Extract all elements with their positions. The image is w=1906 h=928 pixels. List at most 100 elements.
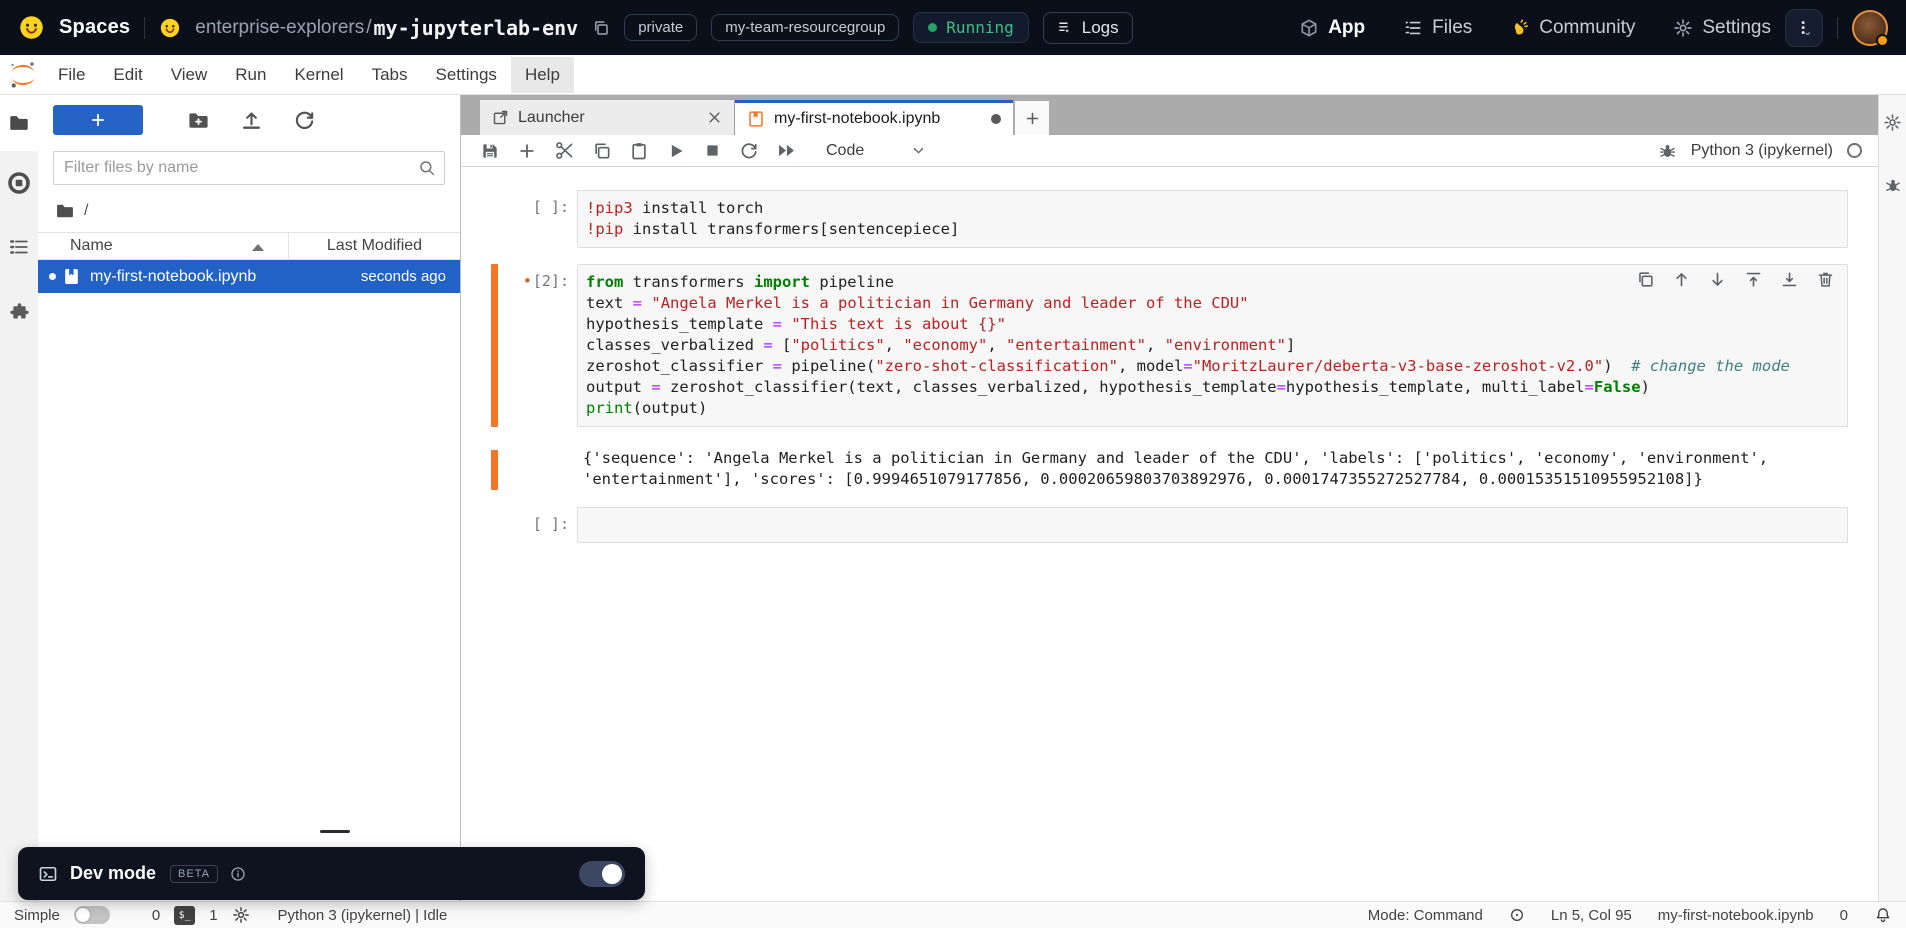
kernel-status-text[interactable]: Python 3 (ipykernel) | Idle [278, 907, 448, 924]
file-list-header: Name Last Modified [38, 232, 460, 260]
chevron-down-icon[interactable] [911, 143, 926, 158]
user-avatar[interactable] [1852, 10, 1888, 46]
sidebar-tab-extensions[interactable] [0, 279, 38, 343]
insert-cell-icon[interactable] [517, 141, 537, 161]
menu-file[interactable]: File [44, 57, 99, 93]
toggle-knob [76, 908, 90, 922]
logs-label: Logs [1082, 18, 1119, 38]
tab-notebook-label: my-first-notebook.ipynb [774, 110, 940, 128]
cut-icon[interactable] [554, 140, 575, 161]
spaces-brand[interactable]: Spaces [59, 16, 130, 39]
menu-kernel[interactable]: Kernel [280, 57, 357, 93]
unsaved-changes-dot[interactable] [991, 114, 1001, 124]
cell-prompt: [ ]: [483, 198, 569, 216]
file-row-selected[interactable]: my-first-notebook.ipynb seconds ago [38, 260, 460, 293]
avatar-badge [1876, 34, 1889, 47]
panel-resize-handle[interactable] [320, 830, 350, 833]
code-editor[interactable]: from transformers import pipelinetext = … [577, 264, 1848, 427]
kernel-sessions-icon[interactable] [232, 906, 250, 924]
column-header-name[interactable]: Name [38, 237, 288, 255]
command-mode-icon[interactable] [1509, 907, 1525, 923]
new-folder-icon[interactable] [187, 109, 210, 132]
breadcrumb: / [55, 199, 445, 223]
org-avatar[interactable] [159, 17, 181, 39]
run-icon[interactable] [666, 141, 686, 161]
debugger-sidebar-bug-icon[interactable] [1884, 176, 1902, 194]
move-cell-up-icon[interactable] [1672, 270, 1691, 289]
paste-icon[interactable] [629, 141, 649, 161]
bell-icon[interactable] [1874, 906, 1892, 924]
nav-app[interactable]: App [1299, 17, 1365, 39]
insert-cell-below-icon[interactable] [1780, 270, 1799, 289]
new-launcher-button[interactable] [53, 105, 143, 135]
topbar-nav: App Files Community Settings [1299, 17, 1771, 39]
sidebar-tab-toc[interactable] [0, 215, 38, 279]
simple-mode-toggle[interactable] [74, 906, 110, 924]
sidebar-tab-files[interactable] [0, 95, 38, 151]
debugger-bug-icon[interactable] [1658, 141, 1677, 160]
cursor-position[interactable]: Ln 5, Col 95 [1551, 907, 1632, 924]
kernel-idle-indicator[interactable] [1847, 143, 1862, 158]
property-inspector-gear-icon[interactable] [1883, 113, 1902, 132]
running-status-pill[interactable]: Running [913, 12, 1028, 43]
unsaved-dot-icon [49, 273, 56, 280]
copy-icon[interactable] [592, 141, 612, 161]
gear-icon [1673, 18, 1693, 38]
home-folder-icon[interactable] [55, 201, 75, 221]
files-tree-icon [1403, 18, 1423, 38]
code-editor[interactable]: !pip3 install torch!pip install transfor… [577, 190, 1848, 248]
huggingface-logo-icon[interactable] [18, 14, 45, 41]
duplicate-cell-icon[interactable] [1636, 270, 1655, 289]
cell-type-select[interactable]: Code [826, 142, 864, 160]
clap-icon [1510, 18, 1530, 38]
space-name-link[interactable]: my-jupyterlab-env [374, 16, 579, 40]
kernel-name-button[interactable]: Python 3 (ipykernel) [1691, 142, 1833, 160]
nav-files[interactable]: Files [1403, 17, 1472, 39]
move-cell-down-icon[interactable] [1708, 270, 1727, 289]
stop-icon[interactable] [703, 141, 722, 160]
more-options-button[interactable] [1785, 9, 1823, 47]
code-cell-3[interactable]: [ ]: [461, 507, 1848, 543]
code-cell-2[interactable]: •[2]: [461, 264, 1848, 427]
menu-help[interactable]: Help [511, 57, 574, 93]
right-activity-strip [1878, 95, 1906, 901]
nav-community[interactable]: Community [1510, 17, 1635, 39]
left-activity-strip [0, 95, 38, 901]
menu-edit[interactable]: Edit [99, 57, 156, 93]
menu-view[interactable]: View [157, 57, 222, 93]
tab-notebook[interactable]: my-first-notebook.ipynb [735, 100, 1013, 135]
copy-space-name-icon[interactable] [592, 19, 610, 37]
menu-tabs[interactable]: Tabs [358, 57, 422, 93]
sidebar-tab-running-kernels[interactable] [0, 151, 38, 215]
menu-settings[interactable]: Settings [422, 57, 511, 93]
dev-mode-toggle[interactable] [579, 861, 625, 887]
new-tab-button[interactable] [1015, 101, 1049, 135]
upload-icon[interactable] [240, 109, 263, 132]
run-all-icon[interactable] [776, 140, 797, 161]
output-collapser[interactable] [491, 450, 498, 490]
terminal-icon[interactable]: $_ [174, 906, 195, 925]
close-icon[interactable] [707, 110, 722, 125]
logs-button[interactable]: Logs [1043, 12, 1133, 44]
nav-app-label: App [1328, 17, 1365, 39]
menu-run[interactable]: Run [221, 57, 280, 93]
dev-mode-terminal-icon [38, 864, 58, 884]
file-filter-input[interactable] [53, 151, 445, 185]
refresh-icon[interactable] [293, 109, 316, 132]
restart-kernel-icon[interactable] [739, 141, 759, 161]
tab-launcher[interactable]: Launcher [480, 100, 735, 135]
save-icon[interactable] [480, 141, 500, 161]
mode-indicator[interactable]: Mode: Command [1368, 907, 1483, 924]
terminals-count: 0 [152, 907, 160, 924]
breadcrumb-root[interactable]: / [84, 202, 88, 220]
org-name-link[interactable]: enterprise-explorers [195, 17, 364, 39]
delete-cell-icon[interactable] [1816, 270, 1835, 289]
insert-cell-above-icon[interactable] [1744, 270, 1763, 289]
column-header-modified[interactable]: Last Modified [289, 237, 460, 255]
code-cell-1[interactable]: [ ]: !pip3 install torch!pip install tra… [461, 190, 1848, 248]
code-editor[interactable] [577, 507, 1848, 543]
info-icon[interactable] [230, 866, 246, 882]
resourcegroup-badge[interactable]: my-team-resourcegroup [711, 14, 899, 41]
nav-community-label: Community [1539, 17, 1635, 39]
nav-settings[interactable]: Settings [1673, 17, 1771, 39]
